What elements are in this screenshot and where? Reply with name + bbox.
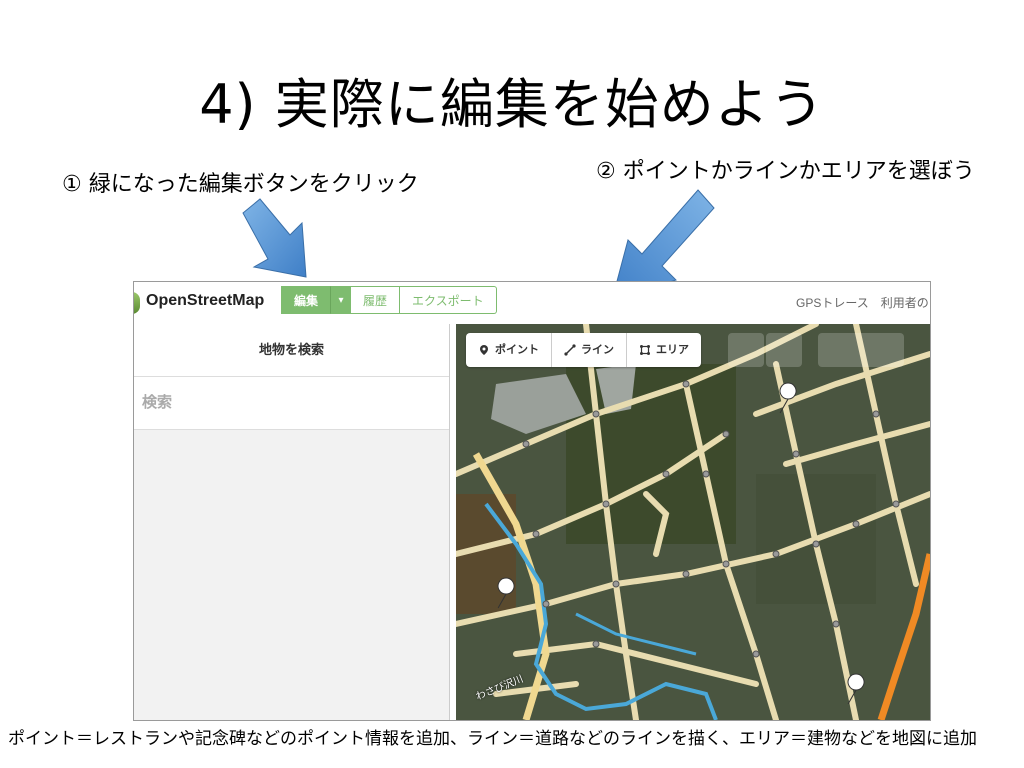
search-input[interactable]: 検索 [134, 377, 449, 430]
line-icon [564, 344, 576, 356]
osm-logo-icon [134, 292, 140, 314]
edit-dropdown-caret[interactable]: ▾ [331, 286, 352, 314]
step-2-instruction: ② ポイントかラインかエリアを選ぼう [596, 159, 975, 184]
slide-caption: ポイント＝レストランや記念碑などのポイント情報を追加、ライン＝道路などのラインを… [8, 729, 977, 749]
osm-screenshot: OpenStreetMap 編集 ▾ 履歴 エクスポート GPSトレース 利用者… [133, 281, 931, 721]
redo-button[interactable] [766, 333, 802, 367]
draw-tools: ポイント ライン エリア [466, 333, 701, 367]
edit-button[interactable]: 編集 [281, 286, 332, 314]
add-line-button[interactable]: ライン [552, 333, 627, 367]
add-point-button[interactable]: ポイント [466, 333, 552, 367]
history-tab[interactable]: 履歴 [351, 286, 401, 314]
save-button[interactable] [818, 333, 904, 367]
sidebar-heading: 地物を検索 [134, 324, 449, 377]
header-tabs: 編集 ▾ 履歴 エクスポート [281, 286, 497, 316]
map-pin-icon [480, 345, 488, 355]
add-line-label: ライン [581, 344, 614, 356]
map-canvas[interactable]: ポイント ライン エリア わさび沢川 [456, 324, 930, 720]
sidebar: 地物を検索 検索 [134, 324, 450, 720]
slide-title: 4) 実際に編集を始めよう [199, 73, 825, 136]
add-area-button[interactable]: エリア [627, 333, 701, 367]
osm-brand[interactable]: OpenStreetMap [146, 292, 264, 310]
add-area-label: エリア [656, 344, 689, 356]
add-point-label: ポイント [495, 344, 539, 356]
area-icon [640, 345, 650, 355]
step-1-instruction: ① 緑になった編集ボタンをクリック [62, 172, 419, 197]
undo-button[interactable] [728, 333, 764, 367]
export-tab[interactable]: エクスポート [400, 286, 497, 314]
osm-header: OpenStreetMap 編集 ▾ 履歴 エクスポート GPSトレース 利用者… [134, 282, 930, 324]
header-right-nav[interactable]: GPSトレース 利用者の [796, 294, 929, 311]
arrow-to-edit-button [242, 198, 307, 278]
satellite-map [456, 324, 930, 720]
